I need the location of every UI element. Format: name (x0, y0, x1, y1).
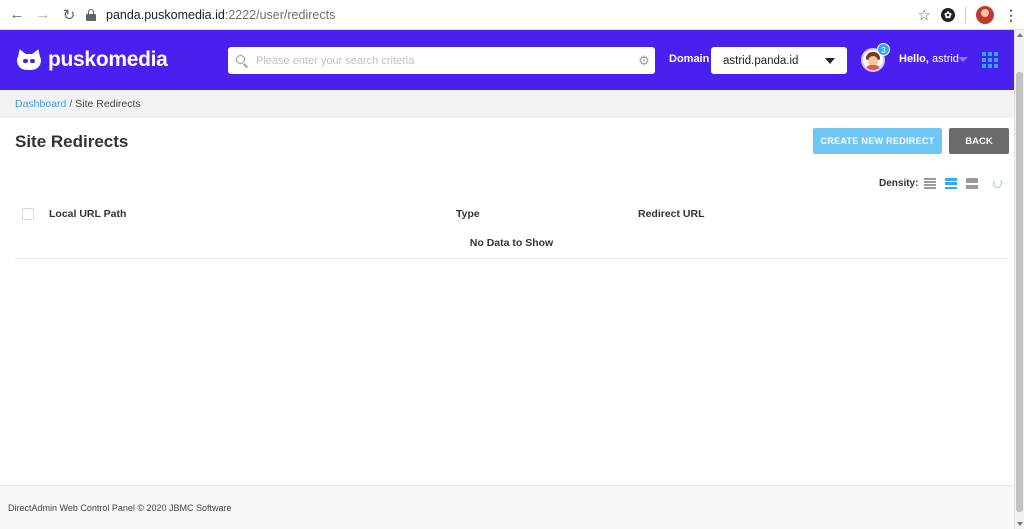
user-menu-chevron-icon[interactable] (958, 57, 968, 62)
toolbar-divider (965, 7, 966, 23)
back-arrow-icon[interactable]: ← (4, 2, 30, 28)
lock-icon (86, 9, 96, 21)
domain-selected-value: astrid.panda.id (723, 54, 799, 67)
gear-icon[interactable]: ⚙ (633, 53, 655, 69)
domain-label: Domain (669, 53, 710, 65)
username: astrid (932, 53, 959, 65)
scroll-thumb[interactable] (1016, 72, 1023, 512)
main-content: Site Redirects CREATE NEW REDIRECT BACK … (0, 118, 1014, 485)
density-loose-icon[interactable] (966, 178, 978, 189)
app-header: puskomedia ⚙ Domain astrid.panda.id 3 He… (0, 30, 1014, 90)
page-title: Site Redirects (15, 132, 129, 151)
footer: DirectAdmin Web Control Panel © 2020 JBM… (0, 485, 1014, 529)
back-button[interactable]: BACK (949, 128, 1009, 154)
page-scrollbar[interactable] (1014, 30, 1024, 529)
address-bar[interactable]: panda.puskomedia.id:2222/user/redirects (86, 4, 335, 26)
search-box: ⚙ (228, 47, 655, 74)
table-divider (15, 258, 1008, 259)
browser-toolbar: ← → ↻ panda.puskomedia.id:2222/user/redi… (0, 0, 1024, 30)
footer-text: DirectAdmin Web Control Panel © 2020 JBM… (8, 502, 232, 513)
create-new-redirect-button[interactable]: CREATE NEW REDIRECT (813, 128, 942, 154)
column-header-redirect-url[interactable]: Redirect URL (638, 208, 705, 220)
url-host: panda.puskomedia.id (106, 8, 225, 22)
chevron-down-icon (825, 58, 835, 64)
refresh-icon[interactable] (993, 179, 1002, 188)
breadcrumb: Dashboard / Site Redirects (0, 90, 1014, 118)
column-header-local-url-path[interactable]: Local URL Path (49, 208, 126, 220)
logo-text: puskomedia (48, 48, 168, 71)
cat-logo-icon (14, 47, 44, 71)
browser-menu-icon[interactable]: ⋮ (1004, 8, 1018, 22)
density-label: Density: (879, 178, 919, 189)
notification-badge[interactable]: 3 (877, 43, 890, 56)
greeting-prefix: Hello, (899, 53, 929, 65)
column-header-type[interactable]: Type (456, 208, 480, 220)
select-all-checkbox[interactable] (22, 208, 34, 220)
density-compact-icon[interactable] (924, 178, 936, 189)
extension-icon[interactable]: ✿ (941, 8, 955, 22)
scroll-down-arrow-icon[interactable] (1017, 522, 1023, 526)
breadcrumb-separator: / (69, 98, 73, 110)
profile-avatar-icon[interactable] (976, 6, 994, 24)
breadcrumb-dashboard-link[interactable]: Dashboard (15, 98, 66, 110)
brand-logo[interactable]: puskomedia (14, 47, 168, 72)
domain-select[interactable]: astrid.panda.id (711, 47, 847, 74)
bookmark-star-icon[interactable]: ☆ (918, 6, 931, 24)
browser-actions: ☆ ✿ ⋮ (918, 4, 1018, 26)
density-normal-icon[interactable] (945, 178, 957, 189)
search-icon (236, 54, 249, 68)
forward-arrow-icon[interactable]: → (30, 2, 56, 28)
scroll-up-arrow-icon[interactable] (1017, 33, 1023, 37)
search-input[interactable] (248, 47, 633, 74)
url-path: :2222/user/redirects (224, 8, 336, 22)
breadcrumb-current: Site Redirects (75, 98, 141, 110)
reload-icon[interactable]: ↻ (56, 2, 82, 28)
empty-table-message: No Data to Show (469, 237, 554, 249)
user-greeting[interactable]: Hello, astrid (899, 53, 959, 65)
apps-grid-icon[interactable] (982, 52, 998, 68)
